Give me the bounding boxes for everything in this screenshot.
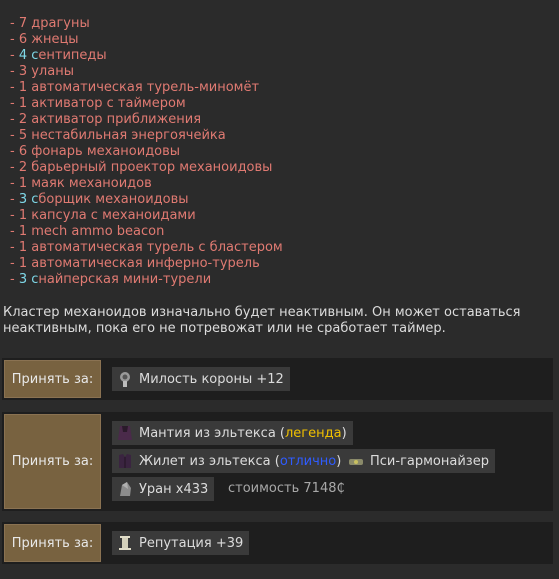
reward-uranium[interactable]: Уран x433 bbox=[112, 477, 215, 501]
vest-icon bbox=[116, 452, 134, 470]
cluster-contents-list: - 7 драгуны - 6 жнецы - 4 сентипеды - 3 … bbox=[10, 16, 283, 288]
reward-reputation[interactable]: Репутация +39 bbox=[112, 531, 250, 555]
offer-royal-favor: Принять за: Милость короны +12 bbox=[2, 358, 553, 400]
list-item: - 1 капсула с механоидами bbox=[10, 208, 196, 223]
reward-goodwill[interactable]: Милость короны +12 bbox=[112, 367, 290, 391]
list-item: - 1 автоматическая турель-миномёт bbox=[10, 80, 260, 95]
list-item: - 1 маяк механоидов bbox=[10, 176, 152, 191]
pillar-icon bbox=[116, 534, 134, 552]
list-item: - 5 нестабильная энергоячейка bbox=[10, 128, 226, 143]
reward-label: Милость короны +12 bbox=[139, 371, 284, 387]
list-item: - 1 mech ammo beacon bbox=[10, 224, 165, 239]
mantle-icon bbox=[116, 424, 134, 442]
list-item: - 6 жнецы bbox=[10, 32, 79, 47]
crown-icon bbox=[116, 370, 134, 388]
reward-label: Мантия из эльтекса ( bbox=[139, 425, 285, 441]
list-item: - 4 сентипеды bbox=[10, 48, 107, 63]
reward-label: Репутация +39 bbox=[139, 535, 244, 551]
quality-excellent: отлично bbox=[279, 453, 337, 469]
reward-vest[interactable]: Жилет из эльтекса (отлично) bbox=[112, 449, 348, 473]
reward-mantle[interactable]: Мантия из эльтекса (легенда) bbox=[112, 421, 353, 445]
list-item: - 7 драгуны bbox=[10, 16, 90, 31]
reward-label: Уран x433 bbox=[139, 481, 209, 497]
reward-harmonizer[interactable]: Пси-гармонайзер bbox=[343, 449, 495, 473]
psychic-harmonizer-icon bbox=[347, 452, 365, 470]
accept-button[interactable]: Принять за: bbox=[4, 360, 101, 398]
list-item: - 2 активатор приближения bbox=[10, 112, 202, 127]
reward-label: Жилет из эльтекса ( bbox=[139, 453, 280, 469]
offer-items: Принять за: Мантия из эльтекса (легенда)… bbox=[2, 412, 553, 511]
offer-cost: стоимость 7148₵ bbox=[228, 481, 345, 496]
list-item: - 6 фонарь механоидовы bbox=[10, 144, 181, 159]
cluster-description: Кластер механоидов изначально будет неак… bbox=[3, 305, 521, 336]
list-item: - 2 барьерный проектор механоидовы bbox=[10, 160, 273, 175]
offer-reputation: Принять за: Репутация +39 bbox=[2, 522, 553, 564]
uranium-icon bbox=[116, 480, 134, 498]
accept-button[interactable]: Принять за: bbox=[4, 414, 101, 509]
accept-button[interactable]: Принять за: bbox=[4, 524, 101, 562]
list-item: - 1 активатор с таймером bbox=[10, 96, 186, 111]
reward-label: Пси-гармонайзер bbox=[370, 453, 489, 469]
list-item: - 1 автоматическая инферно-турель bbox=[10, 256, 260, 271]
list-item: - 1 автоматическая турель с бластером bbox=[10, 240, 283, 255]
list-item: - 3 уланы bbox=[10, 64, 74, 79]
list-item: - 3 сборщик механоидовы bbox=[10, 192, 189, 207]
quality-legendary: легенда bbox=[285, 425, 342, 441]
list-item: - 3 снайперская мини-турели bbox=[10, 272, 212, 287]
